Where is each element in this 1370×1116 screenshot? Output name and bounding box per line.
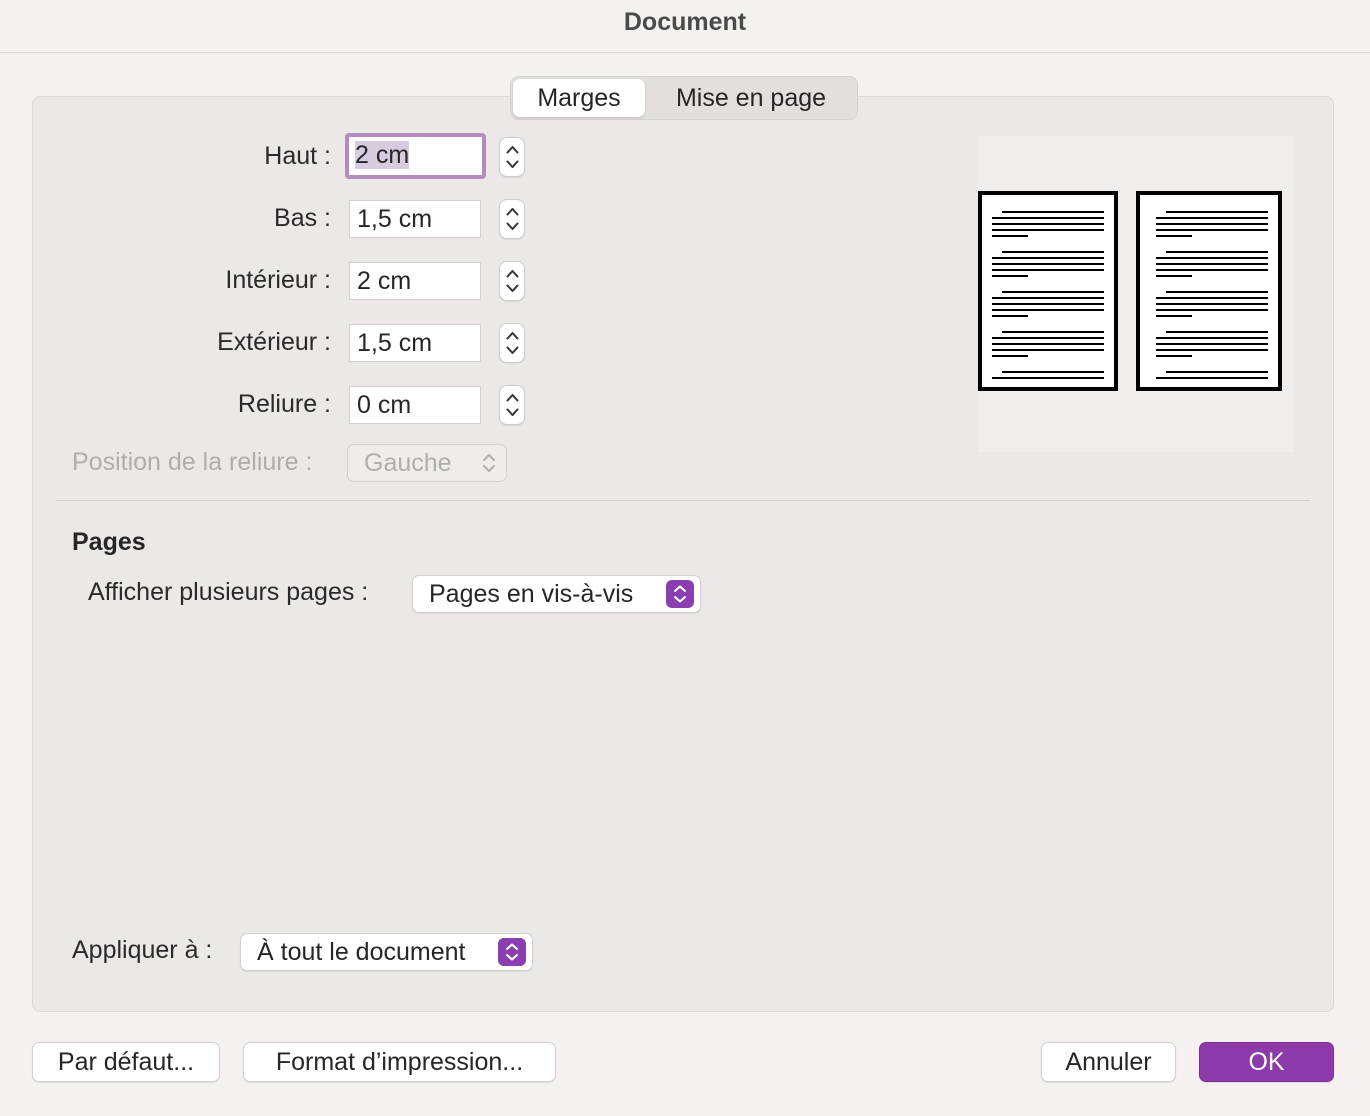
- popup-chevrons-icon: [666, 580, 694, 608]
- chevron-down-icon[interactable]: [506, 222, 519, 231]
- section-divider: [56, 500, 1310, 501]
- inside-margin-stepper[interactable]: [499, 261, 525, 301]
- gutter-position-value: Gauche: [364, 449, 452, 477]
- chevron-down-icon[interactable]: [506, 160, 519, 169]
- chevron-up-icon[interactable]: [506, 393, 519, 402]
- apply-to-value: À tout le document: [257, 938, 466, 966]
- gutter-position-popup[interactable]: Gauche: [347, 444, 507, 482]
- bottom-margin-stepper[interactable]: [499, 199, 525, 239]
- tab-bar: Marges Mise en page: [510, 76, 858, 120]
- multiple-pages-label: Afficher plusieurs pages :: [88, 578, 369, 606]
- outside-margin-field[interactable]: 1,5 cm: [349, 324, 481, 362]
- tab-mise-en-page[interactable]: Mise en page: [651, 79, 851, 117]
- chevron-up-icon[interactable]: [506, 145, 519, 154]
- popup-chevrons-icon: [483, 454, 495, 472]
- preview-right-page: [1136, 191, 1282, 391]
- chevron-down-icon[interactable]: [506, 346, 519, 355]
- multiple-pages-value: Pages en vis-à-vis: [429, 580, 634, 608]
- outside-margin-stepper[interactable]: [499, 323, 525, 363]
- default-button[interactable]: Par défaut...: [32, 1042, 220, 1082]
- bottom-margin-field[interactable]: 1,5 cm: [349, 200, 481, 238]
- gutter-field[interactable]: 0 cm: [349, 386, 481, 424]
- chevron-up-icon[interactable]: [506, 269, 519, 278]
- bottom-margin-label: Bas :: [274, 204, 331, 232]
- ok-button[interactable]: OK: [1199, 1042, 1334, 1082]
- outside-margin-label: Extérieur :: [217, 328, 331, 356]
- gutter-position-label: Position de la reliure :: [72, 448, 313, 476]
- chevron-down-icon[interactable]: [506, 284, 519, 293]
- gutter-stepper[interactable]: [499, 385, 525, 425]
- print-format-button[interactable]: Format d’impression...: [243, 1042, 556, 1082]
- chevron-down-icon[interactable]: [506, 408, 519, 417]
- cancel-button[interactable]: Annuler: [1041, 1042, 1176, 1082]
- top-margin-label: Haut :: [264, 142, 331, 170]
- popup-chevrons-icon: [498, 938, 526, 966]
- multiple-pages-popup[interactable]: Pages en vis-à-vis: [412, 575, 701, 613]
- apply-to-popup[interactable]: À tout le document: [240, 933, 533, 971]
- window-title: Document: [623, 8, 747, 36]
- preview-text-lines: [992, 211, 1104, 379]
- inside-margin-field[interactable]: 2 cm: [349, 262, 481, 300]
- preview-left-page: [978, 191, 1118, 391]
- tab-marges[interactable]: Marges: [513, 79, 645, 117]
- top-margin-value: 2 cm: [355, 141, 410, 169]
- facing-pages-preview-icon: [978, 136, 1294, 452]
- pages-heading: Pages: [72, 528, 146, 556]
- apply-to-label: Appliquer à :: [72, 936, 213, 964]
- preview-text-lines: [1156, 211, 1268, 379]
- gutter-label: Reliure :: [237, 390, 331, 418]
- top-margin-field[interactable]: 2 cm: [345, 133, 486, 179]
- chevron-up-icon[interactable]: [506, 207, 519, 216]
- top-margin-stepper[interactable]: [499, 137, 525, 177]
- title-bar: Document: [0, 0, 1370, 53]
- chevron-up-icon[interactable]: [506, 331, 519, 340]
- inside-margin-label: Intérieur :: [225, 266, 331, 294]
